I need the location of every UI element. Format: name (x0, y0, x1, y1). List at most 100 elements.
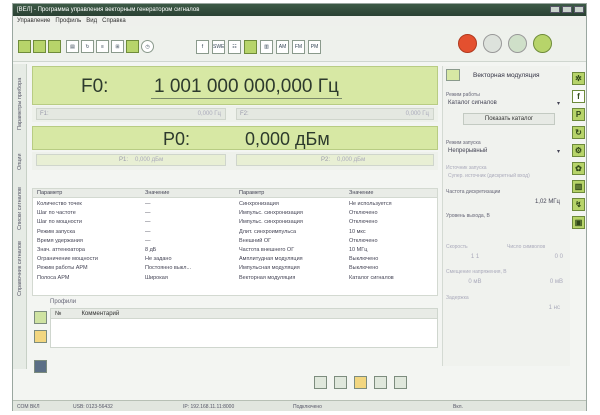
level-label: Уровень выхода, В (446, 213, 490, 219)
power-display[interactable]: P0: 0,000 дБм (32, 126, 438, 150)
f1-field[interactable]: F1: 0,000 Гц (36, 108, 226, 120)
table-cell[interactable]: 8 дБ (145, 246, 191, 255)
clock-icon[interactable]: ◷ (141, 40, 154, 53)
network-icon[interactable]: ⊞ (111, 40, 124, 53)
offset-field-1[interactable]: 0 мВ (446, 277, 504, 289)
right-param-values[interactable]: Не используется Отключено Отключено 10 м… (349, 200, 394, 283)
table-cell[interactable]: Отключено (349, 209, 394, 218)
status-ip: IP: 192.168.11.11:8000 (183, 404, 235, 410)
tool-copy-icon[interactable] (374, 376, 387, 389)
menu-item-view[interactable]: Вид (86, 18, 97, 26)
refresh-icon[interactable]: ↻ (572, 126, 585, 139)
table-cell[interactable]: Постоянно выкл... (145, 264, 191, 273)
trigger-select[interactable]: Непрерывный ▾ (446, 146, 562, 158)
chart-icon[interactable]: ✿ (572, 162, 585, 175)
panel-title: Векторная модуляция (473, 72, 540, 79)
vector-mod-icon (446, 69, 460, 81)
table-cell[interactable]: — (145, 200, 191, 209)
table-cell[interactable]: Каталог сигналов (349, 274, 394, 283)
pulse-icon[interactable]: ↯ (572, 198, 585, 211)
table-cell[interactable]: — (145, 218, 191, 227)
ref-icon[interactable] (483, 34, 502, 53)
field-b-label: Число символов (507, 244, 546, 250)
gear-icon[interactable]: ⚙ (572, 144, 585, 157)
field-b[interactable]: 0 0 (507, 252, 565, 264)
offset-field-2[interactable]: 0 мВ (507, 277, 565, 289)
table-cell[interactable]: 10 МГц (349, 246, 394, 255)
rf-icon[interactable] (533, 34, 552, 53)
menu-item-control[interactable]: Управление (17, 18, 50, 26)
menu-item-help[interactable]: Справка (102, 18, 126, 26)
table-cell[interactable]: Не задано (145, 255, 191, 264)
tool-paste-icon[interactable] (394, 376, 407, 389)
pm-button[interactable]: PM (308, 40, 321, 54)
p2-label: P2: (321, 157, 331, 163)
maximize-button[interactable] (562, 6, 572, 13)
home-icon[interactable] (18, 40, 31, 53)
save-disk-icon[interactable] (34, 360, 47, 373)
play-icon[interactable] (33, 40, 46, 53)
show-catalog-button[interactable]: Показать каталог (463, 113, 555, 125)
profiles-list[interactable]: № Комментарий (50, 308, 438, 348)
minimize-button[interactable] (550, 6, 560, 13)
open-folder-icon[interactable] (34, 330, 47, 343)
freq-value[interactable]: 1 001 000 000,000 Гц (151, 76, 342, 99)
p2-field[interactable]: P2: 0,000 дБм (236, 154, 434, 166)
table-cell[interactable]: Широкая (145, 274, 191, 283)
f-icon[interactable]: f (572, 90, 585, 103)
fm-button[interactable]: FM (292, 40, 305, 54)
pulse-mode-icon[interactable]: ▥ (260, 40, 273, 54)
field-a-value: 1 1 (470, 254, 480, 260)
power-value[interactable]: 0,000 дБм (245, 129, 330, 150)
table-cell[interactable]: — (145, 237, 191, 246)
freq-sub-row: F1: 0,000 Гц F2: 0,000 Гц (32, 106, 438, 122)
power-icon[interactable] (458, 34, 477, 53)
tab-signal-ref[interactable]: Справочник сигналов (15, 239, 25, 299)
close-button[interactable] (574, 6, 584, 13)
table-cell[interactable]: 10 мкс (349, 228, 394, 237)
list-icon[interactable]: ≡ (96, 40, 109, 53)
bars-icon[interactable]: ▥ (572, 180, 585, 193)
menu-item-profile[interactable]: Профиль (55, 18, 81, 26)
P-icon[interactable]: P (572, 108, 585, 121)
table-cell[interactable]: Отключено (349, 218, 394, 227)
table-cell[interactable]: — (145, 209, 191, 218)
mode-select[interactable]: Каталог сигналов ▾ (446, 98, 562, 110)
save-icon[interactable] (48, 40, 61, 53)
delay-field[interactable]: 1 нс (446, 303, 562, 315)
vector-mode-icon[interactable] (244, 40, 257, 54)
table-cell[interactable]: Выключено (349, 264, 394, 273)
settings-icon[interactable] (508, 34, 527, 53)
list-mode-icon[interactable]: ☷ (228, 40, 241, 54)
table-cell[interactable]: Выключено (349, 255, 394, 264)
profiles-section: Профили № Комментарий (32, 298, 438, 378)
table-cell[interactable]: Не используется (349, 200, 394, 209)
freq-mode-button[interactable]: f (196, 40, 209, 54)
loop-icon[interactable]: ↻ (81, 40, 94, 53)
print-icon[interactable]: ▤ (66, 40, 79, 53)
tool-edit-icon[interactable] (334, 376, 347, 389)
field-a[interactable]: 1 1 (446, 252, 504, 264)
display-icon[interactable]: ▣ (572, 216, 585, 229)
clear-icon[interactable]: ✲ (572, 72, 585, 85)
sweep-button[interactable]: SWE (212, 40, 225, 54)
frequency-display[interactable]: F0: 1 001 000 000,000 Гц (32, 66, 438, 105)
tool-delete-icon[interactable] (314, 376, 327, 389)
tab-device-params[interactable]: Параметры прибора (15, 69, 25, 139)
left-param-values[interactable]: — — — — — 8 дБ Не задано Постоянно выкл.… (145, 200, 191, 283)
add-profile-icon[interactable] (34, 311, 47, 324)
chart-icon[interactable] (126, 40, 139, 53)
table-cell[interactable]: Отключено (349, 237, 394, 246)
sample-rate-field[interactable]: 1,02 МГц (446, 197, 562, 209)
trigger-source-select[interactable]: Супер. источник (дискретный вход) (446, 171, 562, 183)
table-cell[interactable]: — (145, 228, 191, 237)
table-header: Параметр Значение Параметр Значение (33, 189, 437, 198)
tab-options[interactable]: Опции (15, 144, 25, 179)
am-button[interactable]: AM (276, 40, 289, 54)
p1-field[interactable]: P1: 0,000 дБм (36, 154, 226, 166)
tool-folder-icon[interactable] (354, 376, 367, 389)
level-field[interactable] (446, 221, 562, 233)
sweep-label: SWE (213, 44, 225, 50)
f2-field[interactable]: F2: 0,000 Гц (236, 108, 434, 120)
tab-signal-lists[interactable]: Списки сигналов (15, 184, 25, 234)
